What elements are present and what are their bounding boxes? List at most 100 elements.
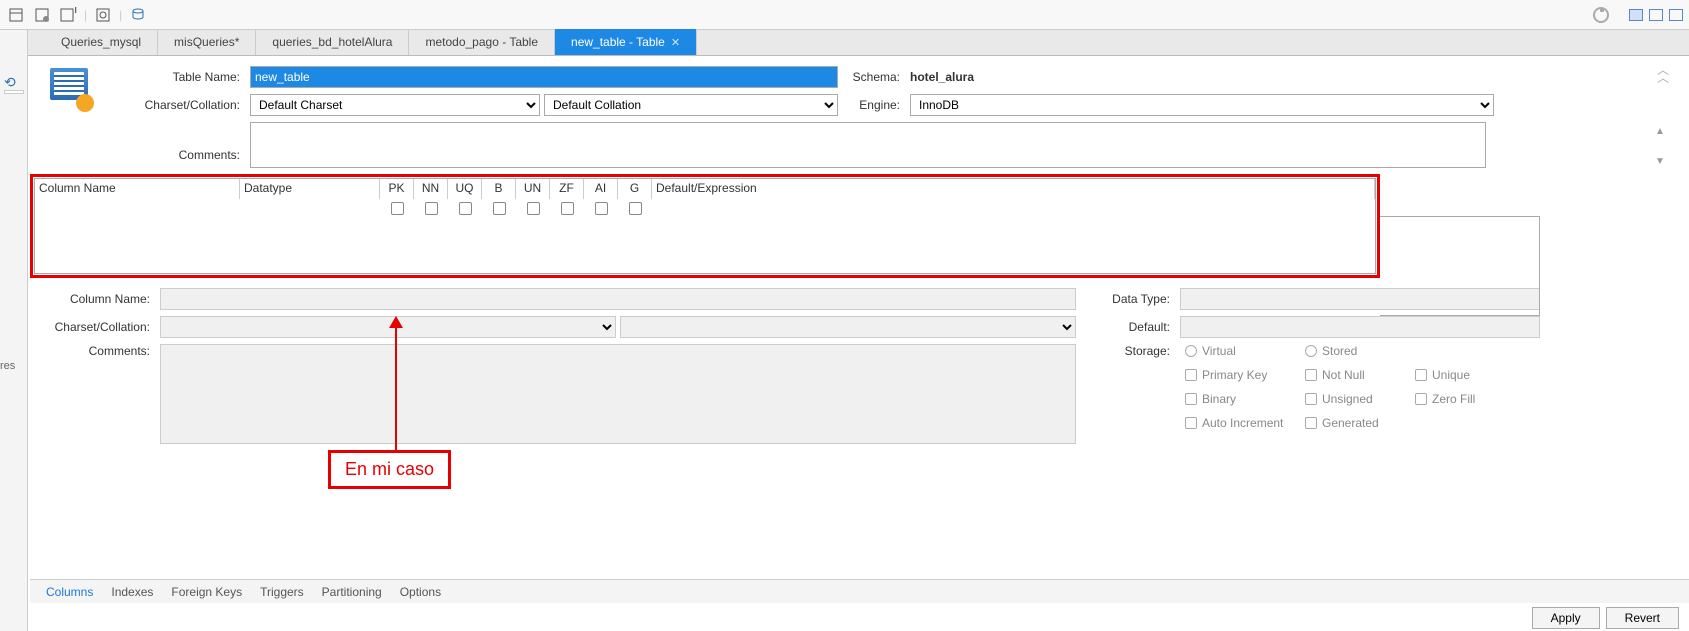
- tab-misqueries[interactable]: misQueries*: [158, 29, 256, 55]
- revert-button[interactable]: Revert: [1606, 607, 1679, 629]
- btab-columns[interactable]: Columns: [44, 581, 95, 603]
- checkbox-icon: [1305, 417, 1317, 429]
- columns-grid-overflow: [1380, 216, 1540, 316]
- tab-queries-mysql[interactable]: Queries_mysql: [45, 29, 158, 55]
- detail-storage-label: Storage:: [1100, 344, 1180, 358]
- layout-toggle-3[interactable]: [1669, 9, 1683, 21]
- col-header-nn[interactable]: NN: [414, 179, 448, 199]
- checkbox-icon: [1185, 417, 1197, 429]
- checkbox-icon: [1185, 369, 1197, 381]
- scroll-down-icon[interactable]: ▼: [1655, 156, 1667, 167]
- tab-metodo-pago[interactable]: metodo_pago - Table: [409, 29, 555, 55]
- checkbox-icon: [1415, 393, 1427, 405]
- svg-text:I: I: [74, 7, 77, 16]
- scroll-up-icon[interactable]: ▲: [1655, 126, 1667, 137]
- pk-checkbox[interactable]: [391, 202, 404, 215]
- checkbox-icon: [1185, 393, 1197, 405]
- toolbar-icon-1[interactable]: [6, 5, 26, 25]
- detail-default-label: Default:: [1100, 320, 1180, 334]
- schema-value: hotel_alura: [910, 70, 974, 84]
- comments-label: Comments:: [110, 122, 250, 162]
- col-header-default[interactable]: Default/Expression: [652, 179, 1375, 199]
- g-checkbox[interactable]: [629, 202, 642, 215]
- tab-hotelalura[interactable]: queries_bd_hotelAlura: [256, 29, 409, 55]
- opt-bin[interactable]: Binary: [1185, 392, 1305, 406]
- footer-buttons: Apply Revert: [1532, 605, 1679, 631]
- detail-colname-input[interactable]: [160, 288, 1076, 310]
- schema-label: Schema:: [850, 70, 910, 84]
- charset-select[interactable]: Default Charset: [250, 94, 540, 116]
- collation-select[interactable]: Default Collation: [544, 94, 838, 116]
- checkbox-icon: [1415, 369, 1427, 381]
- un-checkbox[interactable]: [527, 202, 540, 215]
- btab-triggers[interactable]: Triggers: [258, 581, 306, 603]
- detail-default-input[interactable]: [1180, 316, 1540, 338]
- tab-label: metodo_pago - Table: [425, 35, 538, 49]
- opt-uq[interactable]: Unique: [1415, 368, 1515, 382]
- opt-un[interactable]: Unsigned: [1305, 392, 1415, 406]
- col-header-datatype[interactable]: Datatype: [240, 179, 380, 199]
- apply-button[interactable]: Apply: [1532, 607, 1600, 629]
- col-header-zf[interactable]: ZF: [550, 179, 584, 199]
- bottom-tabstrip: Columns Indexes Foreign Keys Triggers Pa…: [30, 579, 1689, 603]
- opt-stored[interactable]: Stored: [1305, 344, 1415, 358]
- tab-new-table[interactable]: new_table - Table ✕: [555, 29, 697, 55]
- uq-checkbox[interactable]: [459, 202, 472, 215]
- col-header-pk[interactable]: PK: [380, 179, 414, 199]
- col-header-un[interactable]: UN: [516, 179, 550, 199]
- ai-checkbox[interactable]: [595, 202, 608, 215]
- detail-comments-textarea[interactable]: [160, 344, 1076, 444]
- left-panel-text: res: [0, 360, 15, 372]
- zf-checkbox[interactable]: [561, 202, 574, 215]
- opt-pk[interactable]: Primary Key: [1185, 368, 1305, 382]
- detail-charset-select[interactable]: [160, 316, 616, 338]
- charset-label: Charset/Collation:: [110, 98, 250, 112]
- layout-toggle-2[interactable]: [1649, 9, 1663, 21]
- engine-select[interactable]: InnoDB: [910, 94, 1494, 116]
- btab-options[interactable]: Options: [398, 581, 443, 603]
- opt-ai[interactable]: Auto Increment: [1185, 416, 1305, 430]
- annotation-line: [395, 322, 397, 450]
- table-icon: [50, 68, 90, 108]
- btab-foreign-keys[interactable]: Foreign Keys: [169, 581, 244, 603]
- checkbox-icon: [1305, 393, 1317, 405]
- opt-gen[interactable]: Generated: [1305, 416, 1415, 430]
- col-header-ai[interactable]: AI: [584, 179, 618, 199]
- update-icon[interactable]: [1591, 5, 1611, 25]
- col-header-name[interactable]: Column Name: [35, 179, 240, 199]
- layout-toggle-1[interactable]: [1629, 9, 1643, 21]
- opt-zf[interactable]: Zero Fill: [1415, 392, 1515, 406]
- opt-virtual[interactable]: Virtual: [1185, 344, 1305, 358]
- toolbar-icon-3[interactable]: I: [58, 5, 78, 25]
- checkbox-icon: [1305, 369, 1317, 381]
- tab-label: Queries_mysql: [61, 35, 141, 49]
- comments-textarea[interactable]: [250, 122, 1486, 168]
- opt-nn[interactable]: Not Null: [1305, 368, 1415, 382]
- detail-collation-select[interactable]: [620, 316, 1076, 338]
- table-editor-form: Table Name: Schema: hotel_alura Charset/…: [0, 56, 1689, 168]
- toolbar-icon-2[interactable]: [32, 5, 52, 25]
- col-header-uq[interactable]: UQ: [448, 179, 482, 199]
- radio-icon: [1305, 345, 1317, 357]
- tab-label: queries_bd_hotelAlura: [272, 35, 392, 49]
- col-header-g[interactable]: G: [618, 179, 652, 199]
- table-name-input[interactable]: [250, 66, 838, 88]
- col-header-b[interactable]: B: [482, 179, 516, 199]
- tab-label: new_table - Table: [571, 35, 665, 49]
- btab-partitioning[interactable]: Partitioning: [320, 581, 384, 603]
- collapse-chevron[interactable]: ︿︿: [1657, 66, 1669, 82]
- btab-indexes[interactable]: Indexes: [109, 581, 155, 603]
- detail-comments-label: Comments:: [30, 344, 160, 358]
- columns-grid[interactable]: Column Name Datatype PK NN UQ B UN ZF AI…: [34, 178, 1376, 274]
- b-checkbox[interactable]: [493, 202, 506, 215]
- editor-tabstrip: Queries_mysql misQueries* queries_bd_hot…: [0, 30, 1689, 56]
- nn-checkbox[interactable]: [425, 202, 438, 215]
- columns-header-row: Column Name Datatype PK NN UQ B UN ZF AI…: [35, 179, 1375, 199]
- engine-label: Engine:: [850, 98, 910, 112]
- columns-empty-row[interactable]: [35, 199, 1375, 221]
- toolbar-search-icon[interactable]: [93, 5, 113, 25]
- toolbar-db-icon[interactable]: [128, 5, 148, 25]
- table-name-label: Table Name:: [110, 70, 250, 84]
- tab-label: misQueries*: [174, 35, 239, 49]
- close-icon[interactable]: ✕: [671, 36, 680, 49]
